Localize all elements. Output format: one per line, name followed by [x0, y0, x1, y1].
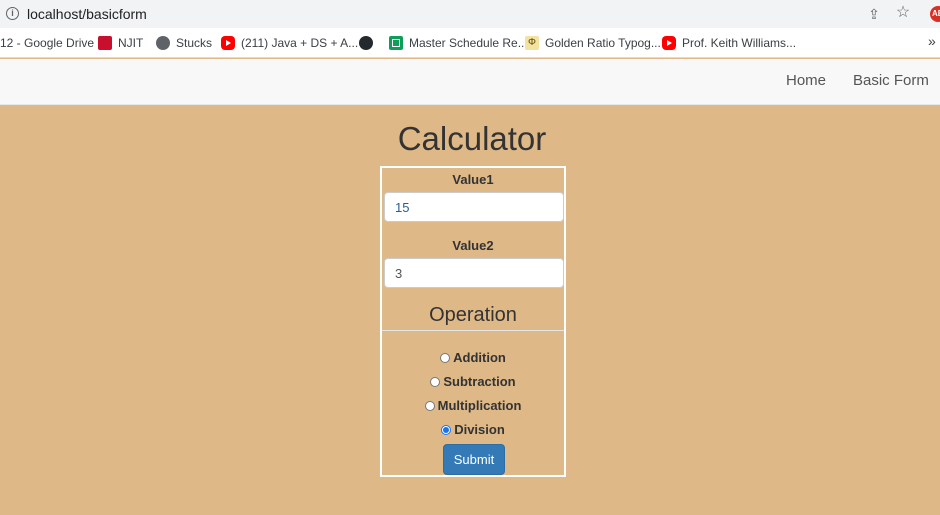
submit-button[interactable]: Submit	[443, 444, 505, 475]
globe-icon	[156, 36, 170, 50]
radio-label: Division	[454, 422, 505, 437]
bookmark-java-ds[interactable]: (211) Java + DS + A...	[221, 34, 358, 52]
share-icon[interactable]: ⇪	[866, 6, 882, 22]
radio-multiplication[interactable]: Multiplication	[382, 398, 564, 413]
bookmark-github[interactable]	[359, 34, 379, 52]
phi-icon: Φ	[525, 36, 539, 50]
more-bookmarks-icon[interactable]: »	[928, 33, 936, 49]
bookmark-label: Prof. Keith Williams...	[682, 36, 797, 50]
radio-label: Multiplication	[437, 398, 522, 413]
bookmark-njit[interactable]: NJIT	[98, 34, 143, 52]
radio-addition[interactable]: Addition	[382, 350, 564, 365]
nav-home-link[interactable]: Home	[786, 72, 826, 89]
page-title: Calculator	[397, 120, 547, 157]
url-text[interactable]: localhost/basicform	[27, 6, 147, 22]
radio-label: Subtraction	[443, 374, 516, 389]
address-bar: i localhost/basicform ⇪ ☆ AB	[0, 0, 940, 28]
calculator-form: Value1 Value2 Operation Addition Subtrac…	[380, 166, 566, 477]
bookmark-label: Stucks	[176, 36, 213, 50]
bookmark-label: 12 - Google Drive	[0, 36, 95, 50]
value2-input[interactable]	[384, 258, 564, 288]
value1-label: Value1	[452, 172, 494, 187]
bookmark-label: Master Schedule Re...	[409, 36, 528, 50]
bookmark-label: Golden Ratio Typog...	[545, 36, 661, 50]
app-navbar: Home Basic Form	[0, 59, 940, 105]
info-icon[interactable]: i	[6, 7, 19, 20]
bookmark-label: NJIT	[118, 36, 144, 50]
profile-avatar[interactable]: AB	[930, 6, 940, 22]
multiplication-radio[interactable]	[424, 400, 435, 411]
radio-division[interactable]: Division	[382, 422, 564, 437]
youtube-icon	[221, 36, 235, 50]
division-radio[interactable]	[441, 424, 452, 435]
addition-radio[interactable]	[440, 352, 451, 363]
sheets-icon	[389, 36, 403, 50]
bookmark-master-schedule[interactable]: Master Schedule Re...	[389, 34, 528, 52]
operation-divider	[382, 330, 564, 331]
youtube-icon	[662, 36, 676, 50]
bookmark-label: (211) Java + DS + A...	[241, 36, 359, 50]
bookmark-google-drive[interactable]: 12 - Google Drive	[0, 34, 94, 52]
value2-label: Value2	[452, 238, 494, 253]
bookmarks-bar: 12 - Google Drive NJIT Stucks (211) Java…	[0, 28, 940, 58]
radio-label: Addition	[453, 350, 506, 365]
radio-subtraction[interactable]: Subtraction	[382, 374, 564, 389]
operation-legend: Operation	[429, 304, 517, 326]
github-icon	[359, 36, 373, 50]
nav-basic-form-link[interactable]: Basic Form	[853, 72, 929, 89]
value1-input[interactable]	[384, 192, 564, 222]
bookmark-golden-ratio[interactable]: Φ Golden Ratio Typog...	[525, 34, 661, 52]
njit-icon	[98, 36, 112, 50]
subtraction-radio[interactable]	[430, 376, 441, 387]
bookmark-stucks[interactable]: Stucks	[156, 34, 212, 52]
bookmark-keith-williams[interactable]: Prof. Keith Williams...	[662, 34, 796, 52]
star-icon[interactable]: ☆	[895, 5, 911, 21]
